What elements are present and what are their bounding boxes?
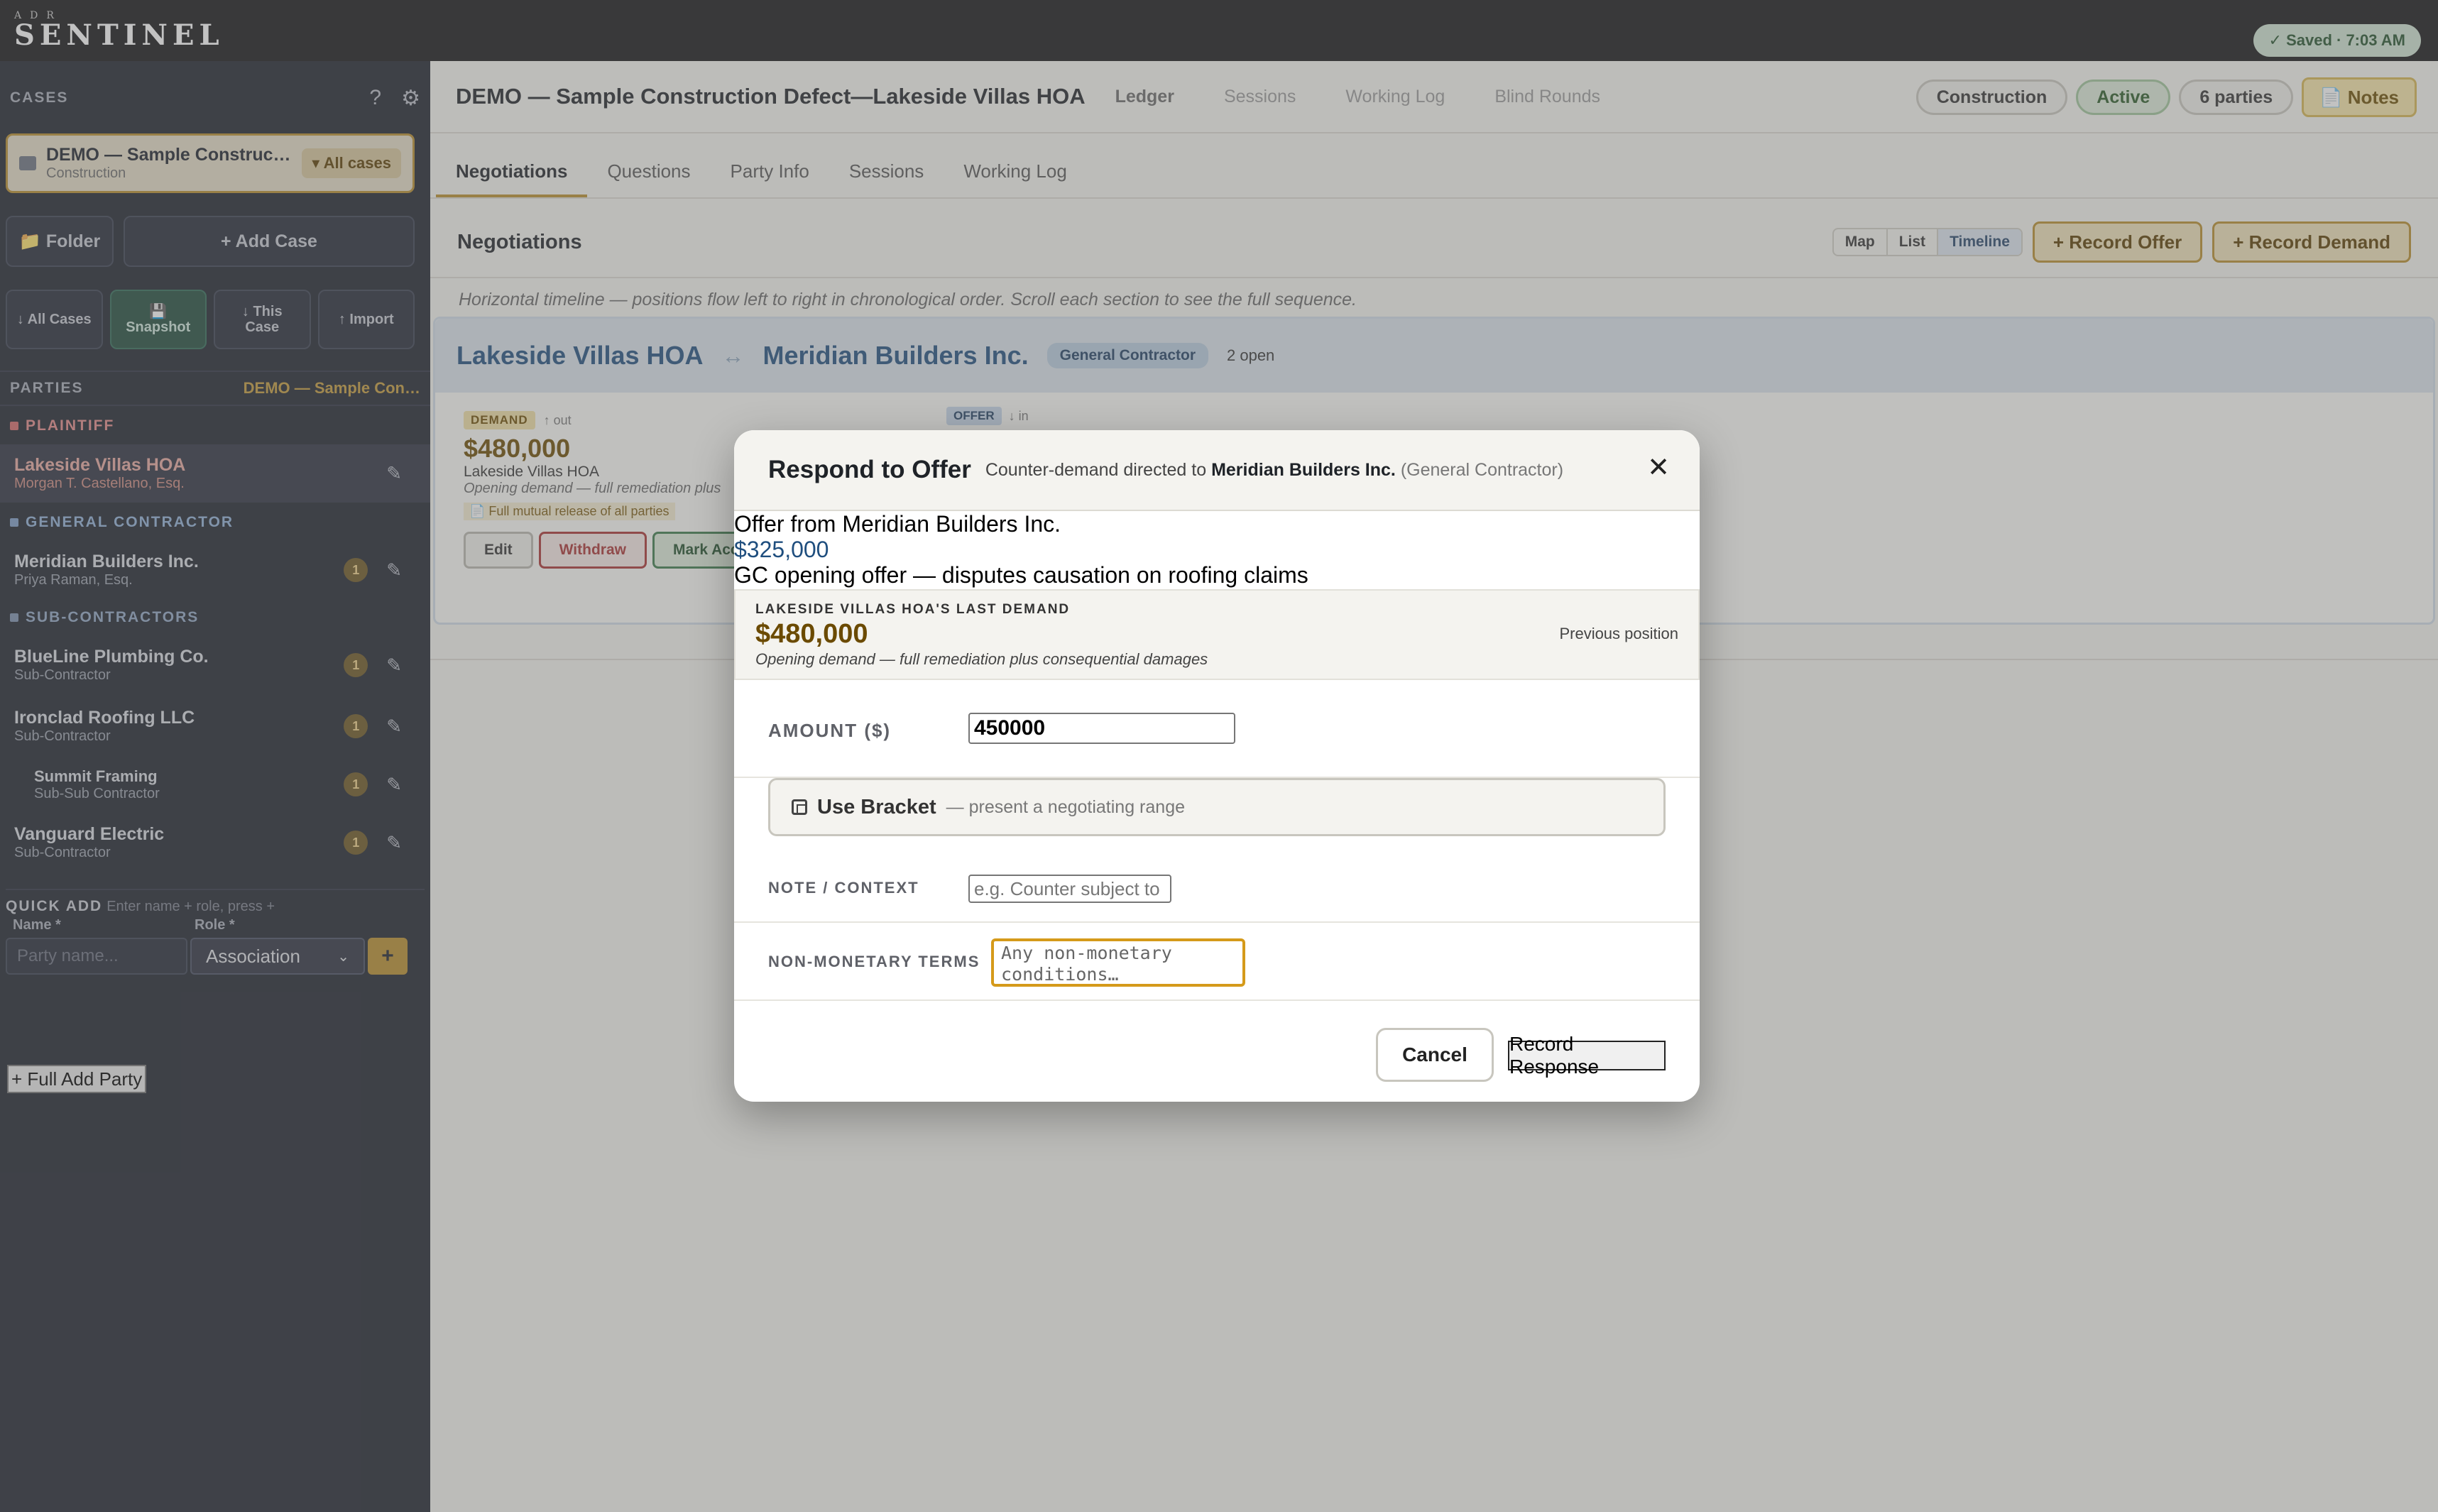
- modal-header: Respond to Offer Counter-demand directed…: [734, 430, 1700, 511]
- record-response-button[interactable]: Record Response: [1508, 1033, 1666, 1078]
- offer-note: GC opening offer — disputes causation on…: [734, 562, 1308, 588]
- amount-row: AMOUNT ($) 450000: [734, 680, 1700, 778]
- offer-from: Offer from Meridian Builders Inc.: [734, 511, 1061, 537]
- offer-amount: $325,000: [734, 537, 829, 562]
- modal-title: Respond to Offer: [768, 456, 971, 483]
- non-monetary-terms-input[interactable]: Any non-monetary conditions…: [991, 938, 1245, 987]
- cancel-button[interactable]: Cancel: [1376, 1028, 1494, 1082]
- modal-subtitle-party: Meridian Builders Inc.: [1211, 459, 1396, 480]
- use-bracket-toggle[interactable]: Use Bracket — present a negotiating rang…: [768, 778, 1666, 836]
- offer-summary: Offer from Meridian Builders Inc. $325,0…: [734, 511, 1700, 588]
- modal-subtitle-prefix: Counter-demand directed to: [985, 459, 1207, 480]
- terms-row: NON-MONETARY TERMS Any non-monetary cond…: [734, 923, 1700, 1001]
- close-icon[interactable]: ✕: [1647, 451, 1670, 483]
- amount-label: AMOUNT ($): [768, 720, 892, 741]
- bracket-label: Use Bracket: [817, 795, 936, 818]
- note-label: NOTE / CONTEXT: [768, 879, 919, 897]
- last-demand-panel: LAKESIDE VILLAS HOA'S LAST DEMAND $480,0…: [734, 589, 1700, 680]
- terms-label: NON-MONETARY TERMS: [768, 953, 980, 970]
- note-row: NOTE / CONTEXT e.g. Counter subject to: [734, 855, 1700, 923]
- respond-to-offer-modal: Respond to Offer Counter-demand directed…: [734, 430, 1700, 1102]
- bracket-icon: [792, 799, 807, 815]
- previous-position-label: Previous position: [1559, 625, 1678, 642]
- bracket-description: — present a negotiating range: [946, 796, 1185, 817]
- last-demand-label: LAKESIDE VILLAS HOA'S LAST DEMAND: [755, 602, 1071, 617]
- amount-input[interactable]: 450000: [968, 713, 1235, 744]
- modal-subtitle: Counter-demand directed to Meridian Buil…: [985, 460, 1563, 481]
- note-input[interactable]: e.g. Counter subject to: [968, 875, 1171, 903]
- modal-footer: Cancel Record Response: [734, 1001, 1700, 1102]
- last-demand-note: Opening demand — full remediation plus c…: [755, 650, 1208, 668]
- modal-subtitle-role: (General Contractor): [1400, 459, 1564, 480]
- last-demand-amount: $480,000: [755, 619, 868, 649]
